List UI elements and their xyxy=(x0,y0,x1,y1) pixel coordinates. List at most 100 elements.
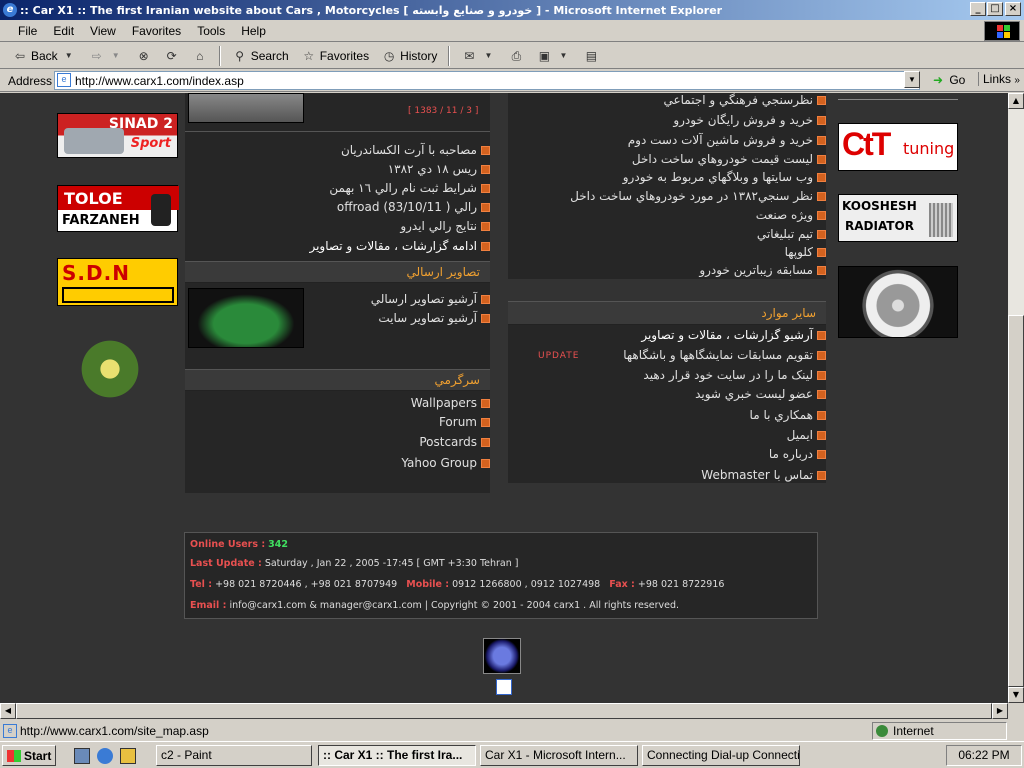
minimize-button[interactable]: _ xyxy=(970,2,986,16)
task-dialup[interactable]: Connecting Dial-up Connectio... xyxy=(642,745,800,766)
scroll-corner xyxy=(1008,703,1024,719)
news-item[interactable]: نتايج رالي ايدرو xyxy=(400,219,490,233)
bullet-icon xyxy=(481,183,490,193)
task-paint[interactable]: c2 - Paint xyxy=(156,745,312,766)
address-dropdown-icon[interactable]: ▼ xyxy=(904,71,920,88)
menu-link[interactable]: خريد و فروش رايگان خودرو xyxy=(673,113,826,127)
search-button[interactable]: ⚲ Search xyxy=(228,45,293,67)
discuss-button[interactable]: ▤ xyxy=(579,45,603,67)
scroll-up-icon[interactable]: ▲ xyxy=(1008,93,1024,109)
other-link[interactable]: تقويم مسابقات نمايشگاهها و باشگاهها xyxy=(623,348,826,362)
chevron-down-icon: ▼ xyxy=(559,50,568,60)
menu-link[interactable]: نظرسنجي فرهنگي و اجتماعي xyxy=(663,93,826,107)
forum-link[interactable]: Forum xyxy=(439,415,490,429)
scroll-down-icon[interactable]: ▼ xyxy=(1008,687,1024,703)
news-more-link[interactable]: ادامه گزارشات ، مقالات و تصاوير xyxy=(309,239,490,253)
menu-link[interactable]: خريد و فروش ماشين آلات دست دوم xyxy=(628,133,826,147)
other-link[interactable]: ايميل xyxy=(787,428,826,442)
maximize-button[interactable]: □ xyxy=(987,2,1003,16)
menu-bar: File Edit View Favorites Tools Help xyxy=(0,20,1024,42)
stats-counter-icon[interactable] xyxy=(496,679,512,695)
menu-file[interactable]: File xyxy=(10,24,45,38)
history-button[interactable]: ◷ History xyxy=(377,45,441,67)
menu-link[interactable]: نظر سنجي١٣٨٢ در مورد خودروهاي ساخت داخل xyxy=(570,189,826,203)
go-label: Go xyxy=(949,73,966,87)
bullet-icon xyxy=(481,145,490,155)
banner-ctt-sub: tuning xyxy=(903,139,955,158)
address-label: Address xyxy=(8,73,53,88)
task-ie-carx1[interactable]: :: Car X1 :: The first Ira... xyxy=(318,745,476,766)
start-button[interactable]: Start xyxy=(2,745,56,766)
clock[interactable]: 06:22 PM xyxy=(958,748,1009,762)
task-ie-other[interactable]: Car X1 - Microsoft Intern... xyxy=(480,745,638,766)
vertical-scrollbar[interactable]: ▲ ▼ xyxy=(1008,93,1024,703)
banner-sinad[interactable]: SINAD 2 Sport xyxy=(57,113,178,158)
scroll-left-icon[interactable]: ◀ xyxy=(0,703,16,719)
police-emblem-image[interactable] xyxy=(80,333,140,405)
banner-kooshesh[interactable]: KOOSHESH RADIATOR xyxy=(838,194,958,242)
wheel-rim-image[interactable] xyxy=(838,266,958,338)
home-button[interactable]: ⌂ xyxy=(188,45,212,67)
chevron-down-icon[interactable]: ▼ xyxy=(61,48,77,64)
banner-sdn[interactable]: S.D.N xyxy=(57,258,178,306)
news-item[interactable]: ريس ١٨ دي ١٣٨٢ xyxy=(388,162,490,176)
other-link[interactable]: تماس با Webmaster xyxy=(701,468,826,482)
edit-button[interactable]: ▣ ▼ xyxy=(532,45,575,67)
news-car-image[interactable] xyxy=(188,93,304,123)
news-item[interactable]: رالي ( offroad (83/10/11 xyxy=(337,200,490,214)
close-button[interactable]: × xyxy=(1005,2,1021,16)
mail-button[interactable]: ✉ ▼ xyxy=(457,45,500,67)
site-photos-link[interactable]: آرشيو تصاوير سايت xyxy=(378,311,490,325)
quicklaunch-ie-icon[interactable] xyxy=(97,748,113,764)
site-logo-icon[interactable] xyxy=(483,638,521,674)
bullet-icon xyxy=(481,202,490,212)
task-label: c2 - Paint xyxy=(161,748,212,762)
favorites-button[interactable]: ☆ Favorites xyxy=(297,45,373,67)
history-icon: ◷ xyxy=(383,48,395,63)
banner-toloe[interactable]: TOLOE FARZANEH xyxy=(57,185,179,232)
menu-link[interactable]: ليست قيمت خودروهاي ساخت داخل xyxy=(632,152,826,166)
chevron-down-icon[interactable]: ▼ xyxy=(108,48,124,64)
stop-button[interactable]: ⊗ xyxy=(132,45,156,67)
forward-button[interactable]: ⇨ ▼ xyxy=(85,45,128,67)
sports-car-image[interactable] xyxy=(188,288,304,348)
print-button[interactable]: ⎙ xyxy=(504,45,528,67)
postcards-link[interactable]: Postcards xyxy=(419,435,490,449)
menu-link[interactable]: تيم تبليغاتي xyxy=(757,227,826,241)
other-link[interactable]: آرشيو گزارشات ، مقالات و تصاوير xyxy=(641,328,826,342)
menu-favorites[interactable]: Favorites xyxy=(124,24,189,38)
news-item[interactable]: مصاحبه با آرت الكساندريان xyxy=(341,143,490,157)
menu-link[interactable]: ويژه صنعت xyxy=(756,208,826,222)
menu-link[interactable]: كلوپها xyxy=(785,245,826,259)
menu-tools[interactable]: Tools xyxy=(189,24,233,38)
quicklaunch-outlook-icon[interactable] xyxy=(120,748,136,764)
scroll-thumb[interactable] xyxy=(1008,315,1024,687)
address-input[interactable]: e http://www.carx1.com/index.asp xyxy=(54,71,920,90)
menu-view[interactable]: View xyxy=(82,24,124,38)
links-button[interactable]: Links » xyxy=(978,72,1020,86)
scroll-thumb[interactable] xyxy=(16,703,992,719)
refresh-button[interactable]: ⟳ xyxy=(160,45,184,67)
menu-link[interactable]: مسابقه زيباترين خودرو xyxy=(699,263,826,277)
banner-ctt[interactable]: CtT tuning xyxy=(838,123,958,171)
forum-label: Forum xyxy=(438,415,477,429)
other-link[interactable]: درباره ما xyxy=(769,447,826,461)
menu-edit[interactable]: Edit xyxy=(45,24,82,38)
news-item[interactable]: شرايط ثبت نام رالي ١٦ بهمن xyxy=(329,181,490,195)
photos-archive-link[interactable]: آرشيو تصاوير ارسالي xyxy=(371,292,490,306)
wallpapers-link[interactable]: Wallpapers xyxy=(411,396,490,410)
yahoo-group-link[interactable]: Yahoo Group xyxy=(401,456,490,470)
menu-help[interactable]: Help xyxy=(233,24,274,38)
quicklaunch-desktop-icon[interactable] xyxy=(74,748,90,764)
other-link[interactable]: عضو ليست خبري شويد xyxy=(695,387,826,401)
go-button[interactable]: ➜ Go xyxy=(930,72,965,88)
menu-link[interactable]: وب سايتها و وبلاگهاي مربوط به خودرو xyxy=(623,170,826,184)
bullet-icon xyxy=(817,350,826,360)
email-value[interactable]: info@carx1.com & manager@carx1.com | Cop… xyxy=(229,600,679,611)
other-link[interactable]: همكاري با ما xyxy=(750,408,826,422)
back-button[interactable]: ⇦ Back ▼ xyxy=(8,45,81,67)
horizontal-scrollbar[interactable]: ◀ ▶ xyxy=(0,703,1008,719)
other-link[interactable]: لينک ما را در سايت خود قرار دهيد xyxy=(643,368,826,382)
chevron-down-icon: ▼ xyxy=(484,50,493,60)
scroll-right-icon[interactable]: ▶ xyxy=(992,703,1008,719)
